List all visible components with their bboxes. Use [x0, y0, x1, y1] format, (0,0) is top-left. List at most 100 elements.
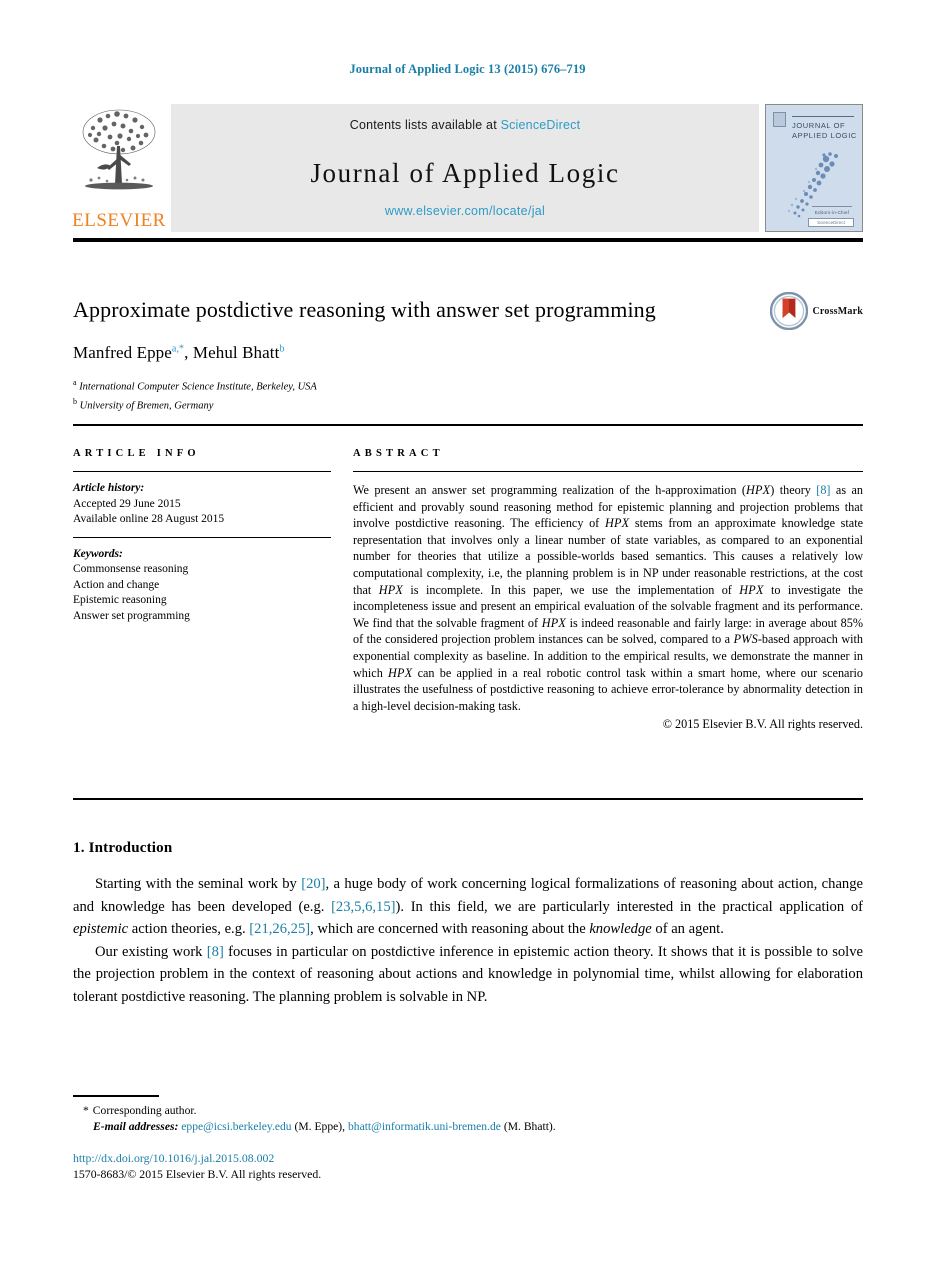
author-1-name: Manfred Eppe [73, 343, 172, 362]
article-info-column: ARTICLE INFO Article history: Accepted 2… [73, 448, 331, 732]
keyword-item: Commonsense reasoning [73, 563, 189, 575]
email-addresses-note: E-mail addresses: eppe@icsi.berkeley.edu… [73, 1119, 863, 1135]
masthead-bottom-rule [73, 238, 863, 242]
doi-link[interactable]: http://dx.doi.org/10.1016/j.jal.2015.08.… [73, 1151, 863, 1167]
cover-publisher-mark-icon [773, 112, 786, 127]
article-history-group: Article history: Accepted 29 June 2015 A… [73, 481, 331, 528]
para-emphasis: knowledge [589, 921, 652, 937]
contents-available-line: Contents lists available at ScienceDirec… [350, 118, 581, 132]
abs-seg: We present an answer set programming rea… [353, 483, 746, 497]
section-heading-introduction: 1. Introduction [73, 840, 173, 856]
article-history-accepted: Accepted 29 June 2015 [73, 497, 181, 510]
corresponding-author-text: Corresponding author. [92, 1104, 197, 1117]
email-label: E-mail addresses: [93, 1120, 179, 1133]
cover-title-line2: APPLIED LOGIC [792, 130, 857, 140]
column-gap [331, 448, 353, 732]
author-1-marks[interactable]: a,* [172, 343, 184, 354]
contents-prefix-text: Contents lists available at [349, 118, 497, 132]
affiliation-mark-a: a [73, 378, 77, 387]
abs-seg: can be applied in a real robotic control… [353, 665, 863, 713]
abstract-text: We present an answer set programming rea… [353, 482, 863, 714]
para-citation[interactable]: [23,5,6,15] [331, 899, 395, 915]
email-owner-2: (M. Bhatt). [500, 1120, 556, 1133]
email-link-2[interactable]: bhatt@informatik.uni-bremen.de [348, 1120, 501, 1133]
cover-sciencedirect-badge: ScienceDirect [808, 218, 854, 227]
para-seg: Our existing work [95, 943, 207, 960]
affiliation-text-b: University of Bremen, Germany [79, 400, 214, 412]
footnote-separator-rule [73, 1095, 159, 1097]
journal-cover-thumbnail[interactable]: JOURNAL OF APPLIED LOGIC Editors-in-Chie… [765, 104, 863, 232]
abs-hpx: HPX [604, 516, 630, 531]
article-info-heading: ARTICLE INFO [73, 448, 200, 459]
abstract-bottom-rule [73, 798, 863, 800]
author-separator: , [184, 343, 193, 362]
masthead-center-panel: Contents lists available at ScienceDirec… [171, 104, 759, 232]
affiliation-item: a International Computer Science Institu… [73, 376, 863, 395]
author-2-name: Mehul Bhatt [192, 343, 280, 362]
title-block: Approximate postdictive reasoning with a… [73, 292, 863, 414]
affiliation-mark-b: b [73, 397, 77, 406]
abs-seg: ) theory [770, 483, 817, 497]
abstract-top-rule [353, 471, 863, 472]
para-citation[interactable]: [21,26,25] [249, 921, 310, 937]
elsevier-logo: ELSEVIER [72, 104, 166, 232]
article-body: 1. Introduction Starting with the semina… [73, 840, 863, 1008]
body-paragraph-2: Our existing work [8] focuses in particu… [73, 941, 863, 1009]
para-seg: of an agent. [651, 921, 724, 937]
abstract-column: ABSTRACT We present an answer set progra… [353, 448, 863, 732]
abs-pws: PWS [733, 632, 758, 647]
abs-hpx: HPX [378, 582, 403, 597]
keywords-group: Keywords: Commonsense reasoning Action a… [73, 547, 331, 625]
running-head: Journal of Applied Logic 13 (2015) 676–7… [349, 62, 586, 76]
cover-title-text: JOURNAL OF APPLIED LOGIC [792, 121, 857, 140]
journal-title: Journal of Applied Logic [310, 158, 620, 188]
cover-title-line1: JOURNAL OF [792, 121, 846, 130]
para-citation[interactable]: [20] [301, 876, 325, 892]
para-emphasis: epistemic [73, 921, 129, 937]
abs-seg: is incomplete. In this paper, we use the… [403, 582, 740, 597]
article-history-label: Article history: [73, 482, 145, 494]
keyword-item: Epistemic reasoning [73, 594, 167, 606]
keyword-item: Answer set programming [73, 609, 190, 622]
para-seg: ). In this field, we are particularly in… [395, 898, 863, 915]
affiliation-item: b University of Bremen, Germany [73, 395, 863, 414]
para-seg: , which are concerned with reasoning abo… [310, 921, 590, 937]
publication-footer: http://dx.doi.org/10.1016/j.jal.2015.08.… [73, 1151, 863, 1182]
journal-homepage-link[interactable]: www.elsevier.com/locate/jal [171, 204, 759, 218]
abstract-heading: ABSTRACT [353, 448, 444, 459]
crossmark-badge[interactable]: CrossMark [770, 292, 863, 330]
page-title: Approximate postdictive reasoning with a… [73, 297, 656, 322]
article-info-mid-rule [73, 536, 331, 538]
corresponding-author-note: * Corresponding author. [73, 1103, 863, 1119]
author-2-marks[interactable]: b [279, 343, 284, 354]
affiliation-list: a International Computer Science Institu… [73, 376, 863, 414]
cover-divider [792, 116, 854, 117]
corresponding-author-mark: * [83, 1104, 89, 1117]
crossmark-label: CrossMark [812, 305, 863, 317]
paper-page: Journal of Applied Logic 13 (2015) 676–7… [0, 0, 935, 1266]
issn-copyright-line: 1570-8683/© 2015 Elsevier B.V. All right… [73, 1166, 322, 1181]
para-seg: Starting with the seminal work by [95, 876, 302, 892]
article-history-online: Available online 28 August 2015 [73, 513, 225, 525]
article-info-top-rule [73, 471, 331, 472]
abstract-copyright: © 2015 Elsevier B.V. All rights reserved… [662, 717, 863, 732]
email-owner-1: (M. Eppe), [291, 1120, 348, 1133]
author-list: Manfred Eppea,*, Mehul Bhattb [73, 343, 863, 363]
keywords-label: Keywords: [73, 547, 123, 560]
para-citation[interactable]: [8] [207, 944, 224, 960]
email-link-1[interactable]: eppe@icsi.berkeley.edu [181, 1120, 291, 1133]
cover-foot-text: Editors-in-Chief [814, 210, 850, 215]
abs-hpx: HPX [739, 582, 764, 597]
journal-masthead: ELSEVIER Contents lists available at Sci… [72, 104, 863, 232]
elsevier-tree-icon [82, 109, 156, 190]
sciencedirect-link[interactable]: ScienceDirect [501, 118, 581, 132]
abs-citation[interactable]: [8] [816, 483, 830, 497]
keyword-item: Action and change [73, 578, 160, 591]
footnote-block: * Corresponding author. E-mail addresses:… [73, 1095, 863, 1135]
elsevier-wordmark: ELSEVIER [72, 210, 166, 231]
info-abstract-columns: ARTICLE INFO Article history: Accepted 2… [73, 448, 863, 732]
title-bottom-rule [73, 424, 863, 426]
cover-foot-divider [812, 206, 852, 207]
para-seg: action theories, e.g. [128, 921, 250, 937]
body-paragraph-1: Starting with the seminal work by [20] , … [73, 873, 863, 941]
